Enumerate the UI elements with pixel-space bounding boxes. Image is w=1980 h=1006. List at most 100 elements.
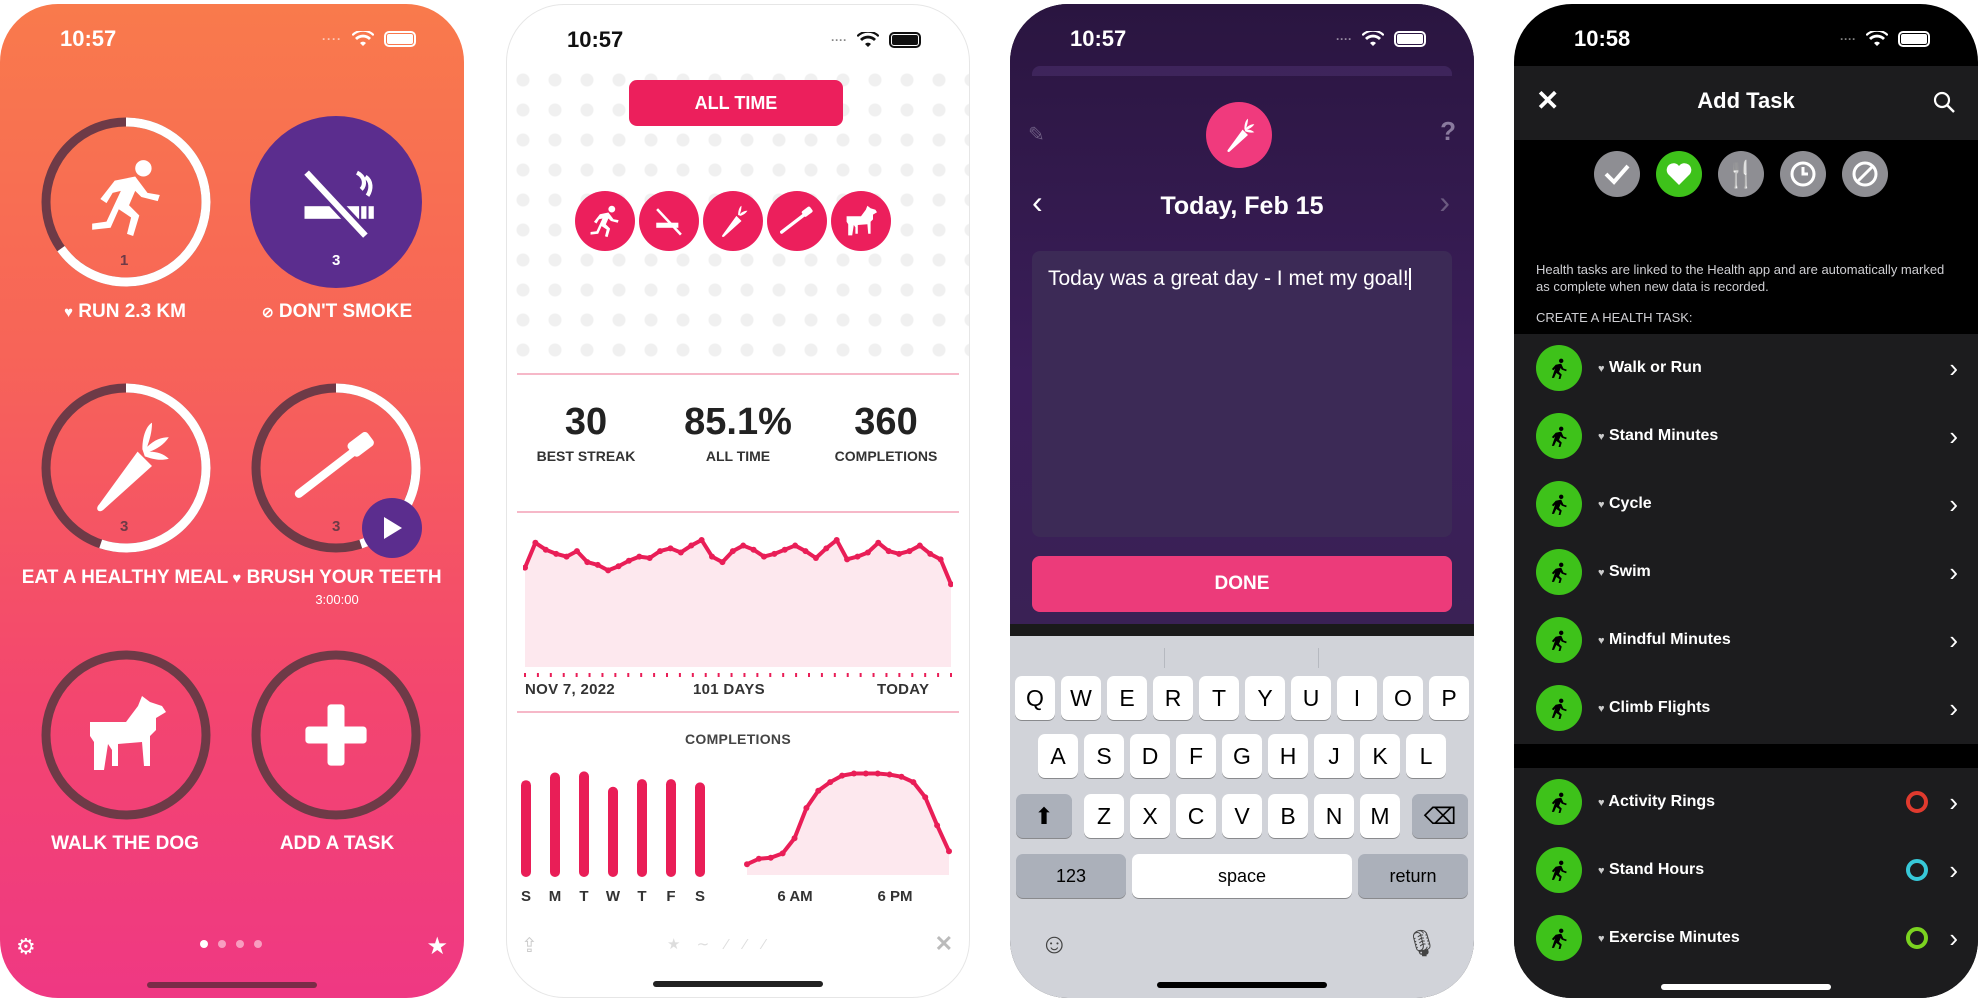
gear-icon[interactable]: ⚙ [16, 934, 36, 960]
key-z[interactable]: Z [1084, 794, 1124, 838]
health-task-icon [1536, 779, 1582, 825]
area-point [910, 779, 917, 786]
health-task-icon [1536, 413, 1582, 459]
time-category[interactable] [1780, 151, 1826, 197]
key-y[interactable]: Y [1245, 676, 1285, 720]
line-point [605, 567, 612, 574]
pin-icon[interactable]: ✎ [1028, 122, 1045, 147]
task-row-climb-flights[interactable]: ♥ Climb Flights › [1514, 674, 1978, 742]
done-button[interactable]: DONE [1032, 556, 1452, 612]
run-label[interactable]: ♥ RUN 2.3 KM [10, 301, 240, 323]
eat-label[interactable]: EAT A HEALTHY MEAL [10, 567, 240, 589]
key-w[interactable]: W [1061, 676, 1101, 720]
stat-label: BEST STREAK [536, 448, 636, 464]
key-v[interactable]: V [1222, 794, 1262, 838]
status-bar: 10:58 ···· [1574, 26, 1930, 52]
add-task-label[interactable]: ADD A TASK [222, 833, 452, 855]
checkmark-category[interactable] [1594, 151, 1640, 197]
task-row-stand-hours[interactable]: ♥ Stand Hours › [1514, 836, 1978, 904]
health-category[interactable] [1656, 151, 1702, 197]
smoke-label[interactable]: ⊘ DON'T SMOKE [222, 301, 452, 323]
battery-icon [1394, 31, 1426, 47]
note-textarea[interactable]: Today was a great day - I met my goal! [1032, 251, 1452, 537]
run-icon [92, 160, 160, 236]
key-n[interactable]: N [1314, 794, 1354, 838]
task-name: Walk or Run [1608, 359, 1702, 376]
battery-icon [1898, 31, 1930, 47]
line-point [709, 553, 716, 560]
avoid-category[interactable] [1842, 151, 1888, 197]
note-text: Today was a great day - I met my goal! [1048, 267, 1409, 290]
task-row-swim[interactable]: ♥ Swim › [1514, 538, 1978, 606]
microphone-icon[interactable]: 🎙 [1405, 928, 1438, 959]
key-d[interactable]: D [1130, 734, 1170, 778]
task-label: ♥ Walk or Run [1598, 359, 1702, 377]
carrot-icon[interactable] [703, 191, 763, 251]
health-task-icon [1536, 481, 1582, 527]
help-button[interactable]: ? [1440, 116, 1456, 147]
task-row-mindful-minutes[interactable]: ♥ Mindful Minutes › [1514, 606, 1978, 674]
key-m[interactable]: M [1360, 794, 1400, 838]
all-time-button[interactable]: ALL TIME [629, 80, 843, 126]
x-tick [704, 673, 707, 677]
key-t[interactable]: T [1199, 676, 1239, 720]
task-label: ♥ Cycle [1598, 495, 1652, 513]
task-row-exercise-minutes[interactable]: ♥ Exercise Minutes › [1514, 904, 1978, 972]
run-icon[interactable] [575, 191, 635, 251]
delete-key[interactable]: ⌫ [1412, 794, 1468, 838]
bar-label: M [549, 888, 562, 905]
page-dots[interactable] [200, 940, 262, 948]
task-row-activity-rings[interactable]: ♥ Activity Rings › [1514, 768, 1978, 836]
close-icon[interactable]: ✕ [935, 931, 953, 957]
line-point [937, 556, 944, 563]
brush-label[interactable]: ♥ BRUSH YOUR TEETH [222, 567, 452, 589]
space-key[interactable]: space [1132, 854, 1352, 898]
key-e[interactable]: E [1107, 676, 1147, 720]
key-j[interactable]: J [1314, 734, 1354, 778]
key-a[interactable]: A [1038, 734, 1078, 778]
cellular-icon: ···· [1840, 32, 1856, 46]
key-k[interactable]: K [1360, 734, 1400, 778]
key-i[interactable]: I [1337, 676, 1377, 720]
meal-category[interactable]: 🍴 [1718, 151, 1764, 197]
key-h[interactable]: H [1268, 734, 1308, 778]
line-point [688, 542, 695, 549]
task-row-cycle[interactable]: ♥ Cycle › [1514, 470, 1978, 538]
task-row-stand-minutes[interactable]: ♥ Stand Minutes › [1514, 402, 1978, 470]
x-tick [691, 673, 694, 677]
next-day-button[interactable]: › [1439, 184, 1450, 221]
key-r[interactable]: R [1153, 676, 1193, 720]
bar-label: F [666, 888, 675, 905]
task-label: ♥ Mindful Minutes [1598, 631, 1731, 649]
key-g[interactable]: G [1222, 734, 1262, 778]
key-x[interactable]: X [1130, 794, 1170, 838]
shift-key[interactable]: ⬆ [1016, 794, 1072, 838]
line-point [750, 546, 757, 553]
key-l[interactable]: L [1406, 734, 1446, 778]
key-f[interactable]: F [1176, 734, 1216, 778]
star-icon[interactable]: ★ [426, 932, 448, 961]
dog-label[interactable]: WALK THE DOG [10, 833, 240, 855]
search-icon[interactable] [1932, 90, 1956, 114]
key-b[interactable]: B [1268, 794, 1308, 838]
x-tick [678, 673, 681, 677]
x-tick [833, 673, 836, 677]
play-timer-button[interactable] [362, 498, 422, 558]
key-u[interactable]: U [1291, 676, 1331, 720]
return-key[interactable]: return [1358, 854, 1468, 898]
key-o[interactable]: O [1383, 676, 1423, 720]
key-s[interactable]: S [1084, 734, 1124, 778]
x-tick [872, 673, 875, 677]
plus-icon [305, 704, 367, 766]
no-smoking-icon[interactable] [639, 191, 699, 251]
dog-icon[interactable] [831, 191, 891, 251]
toothbrush-icon[interactable] [767, 191, 827, 251]
key-c[interactable]: C [1176, 794, 1216, 838]
area-point [922, 794, 929, 801]
key-q[interactable]: Q [1015, 676, 1055, 720]
task-row-walk-or-run[interactable]: ♥ Walk or Run › [1514, 334, 1978, 402]
key-p[interactable]: P [1429, 676, 1469, 720]
numbers-key[interactable]: 123 [1016, 854, 1126, 898]
keyboard-emoji-icon[interactable]: ☺ [1040, 928, 1069, 960]
share-icon[interactable]: ⇪ [521, 933, 538, 958]
